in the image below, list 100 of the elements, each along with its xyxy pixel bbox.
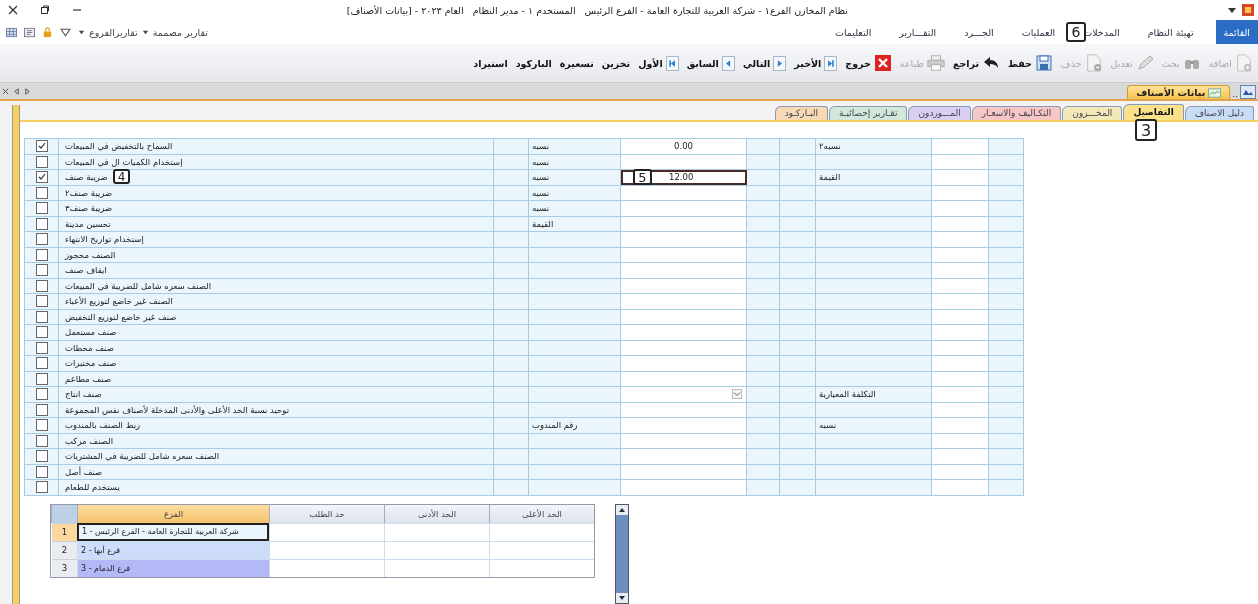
menu-item[interactable]: التعليمات xyxy=(834,20,872,44)
grid-icon[interactable] xyxy=(6,26,17,38)
toolbar-button[interactable]: حفظ xyxy=(1007,52,1054,74)
checkbox[interactable] xyxy=(35,279,48,292)
checkbox[interactable] xyxy=(35,233,48,246)
document-icon[interactable] xyxy=(24,26,35,38)
report-menu[interactable]: تقارير مصممة xyxy=(152,26,208,38)
table-cell: صنف انتاج xyxy=(59,387,494,402)
close-icon[interactable] xyxy=(8,5,18,15)
toolbar-button[interactable]: السابق xyxy=(685,53,736,73)
table-cell: نسبه xyxy=(529,201,621,216)
table-cell: الصنف سعره شامل للضريبة في المشتريات xyxy=(59,449,494,464)
checkbox[interactable] xyxy=(35,140,48,153)
checkbox[interactable] xyxy=(35,372,48,385)
document-tab[interactable]: بيانات الأصناف xyxy=(1127,85,1231,99)
menu-item[interactable]: القائمة xyxy=(1215,20,1258,44)
caret-icon xyxy=(78,28,85,36)
column-header[interactable]: الفرع xyxy=(77,504,269,523)
table-cell: رقم المندوب xyxy=(529,418,621,433)
table-cell: نسبه xyxy=(529,139,621,154)
checkbox[interactable] xyxy=(35,217,48,230)
scroll-up-icon[interactable] xyxy=(616,504,628,515)
app-icon[interactable] xyxy=(1242,4,1254,16)
filter-icon[interactable] xyxy=(60,26,71,38)
checkbox[interactable] xyxy=(35,155,48,168)
checkbox[interactable] xyxy=(35,434,48,447)
menu-item[interactable]: التقـــارير xyxy=(899,20,937,44)
tab[interactable]: تقـارير إحصائيـة xyxy=(829,106,908,120)
toolbar-button[interactable]: تسعيرة xyxy=(558,55,595,71)
tab[interactable]: التفاصيل xyxy=(1123,104,1184,120)
table-cell: ربط الصنف بالمندوب xyxy=(59,418,494,433)
checkbox[interactable] xyxy=(35,264,48,277)
monitor-icon[interactable] xyxy=(1240,85,1256,99)
checkbox[interactable] xyxy=(35,419,48,432)
scroll-left-icon[interactable] xyxy=(13,87,20,95)
dropdown-icon[interactable] xyxy=(1228,6,1236,14)
toolbar-button[interactable]: تراجع xyxy=(951,52,1001,74)
caret-icon xyxy=(141,28,149,36)
printer-icon xyxy=(926,54,945,72)
pencil-icon xyxy=(1135,54,1154,72)
callout-number: 5 xyxy=(633,169,652,185)
scroll-down-icon[interactable] xyxy=(616,592,628,603)
table-cell: يستخدم للطعام xyxy=(59,480,494,495)
next-icon xyxy=(773,55,787,71)
remove-document-icon xyxy=(1084,54,1103,72)
checkbox[interactable] xyxy=(35,202,48,215)
add-document-icon xyxy=(1235,54,1253,72)
first-record-icon xyxy=(665,55,679,71)
restore-icon[interactable] xyxy=(40,5,50,15)
checkbox[interactable] xyxy=(35,403,48,416)
table-cell: السماح بالتخفيض في المبيعات xyxy=(59,139,494,154)
menu-item[interactable]: المدخلات xyxy=(1083,20,1120,44)
table-cell: نسبه xyxy=(816,418,932,433)
table-cell: نسبه٢ xyxy=(816,139,932,154)
corner-cell[interactable] xyxy=(51,504,77,523)
tab[interactable]: دليل الاصناف xyxy=(1184,106,1254,120)
toolbar-button[interactable]: الباركود xyxy=(514,55,553,71)
scrollbar[interactable] xyxy=(615,503,629,604)
table-cell: القيمة xyxy=(816,170,932,185)
checkbox[interactable] xyxy=(35,186,48,199)
window-title: نظام المخازن الفرع١ - شركة العربية للتجارة العامة - الفرع الرئيس المستخدم ١ - مدير النظام العام ٢٠٢٣ - [بيانات الأصناف] xyxy=(345,4,849,16)
table-cell: صنف مختبرات xyxy=(59,356,494,371)
column-header[interactable]: الحد الأعلى xyxy=(489,504,594,523)
checkbox[interactable] xyxy=(35,295,48,308)
checkbox[interactable] xyxy=(35,171,48,184)
checkbox[interactable] xyxy=(35,388,48,401)
tab[interactable]: البـاركـود xyxy=(774,106,828,120)
tab[interactable]: المـــوردون xyxy=(908,106,971,120)
table-cell: ضريبة صنف٣ xyxy=(59,201,494,216)
toolbar-button[interactable]: تخزين xyxy=(600,55,632,71)
column-header[interactable]: الحد الأدنى xyxy=(384,504,489,523)
toolbar-button[interactable]: استيراد xyxy=(472,55,509,71)
tab[interactable]: التكـاليف والاسعـار xyxy=(971,106,1062,120)
tab[interactable]: المخـــزون xyxy=(1062,106,1123,120)
chart-icon xyxy=(1208,87,1222,98)
report-menu[interactable]: تقاريرالفروع xyxy=(89,26,138,38)
callout-number: 4 xyxy=(113,169,130,184)
checkbox[interactable] xyxy=(35,248,48,261)
close-icon xyxy=(873,54,892,72)
menu-item[interactable]: العمليات xyxy=(1021,20,1056,44)
menu-item[interactable]: تهيئة النظام xyxy=(1147,20,1194,44)
checkbox[interactable] xyxy=(35,326,48,339)
checkbox[interactable] xyxy=(35,310,48,323)
checkbox[interactable] xyxy=(35,481,48,494)
table-cell: الصنف غير خاضع لتوزيع الأعباء xyxy=(59,294,494,309)
save-icon xyxy=(1034,54,1053,72)
more-tabs[interactable]: .. xyxy=(1232,89,1238,99)
toolbar-button[interactable]: خروج xyxy=(844,52,893,74)
table-cell: التكلفة المعيارية xyxy=(816,387,932,402)
toolbar-button[interactable]: الأخير xyxy=(793,53,839,73)
table-cell: نسبه xyxy=(529,170,621,185)
checkbox[interactable] xyxy=(35,357,48,370)
scroll-right-icon[interactable] xyxy=(24,87,31,95)
checkbox[interactable] xyxy=(35,465,48,478)
toolbar-button[interactable]: الأول xyxy=(637,53,680,73)
checkbox[interactable] xyxy=(35,450,48,463)
callout-number: 6 xyxy=(1066,22,1086,42)
menu-item[interactable]: الجـــرد xyxy=(964,20,994,44)
toolbar-button[interactable]: التالي xyxy=(741,53,788,73)
checkbox[interactable] xyxy=(35,341,48,354)
